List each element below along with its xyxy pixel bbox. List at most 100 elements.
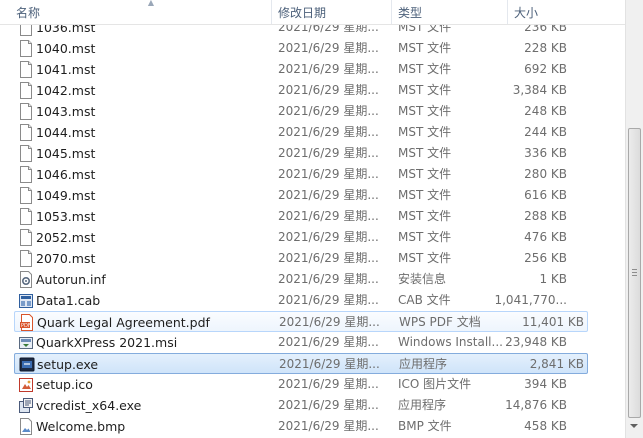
file-type: MST 文件 [398,209,452,223]
file-date: 2021/6/29 星期... [278,83,379,97]
file-size: 23,948 KB [505,335,567,349]
file-type: MST 文件 [398,83,452,97]
file-type: MST 文件 [398,125,452,139]
file-size: 476 KB [524,230,567,244]
grip-line [632,272,637,273]
column-header-type[interactable]: 类型 [392,0,508,24]
file-row[interactable]: Autorun.inf 2021/6/29 星期... 安装信息 1 KB [0,269,625,290]
file-date: 2021/6/29 星期... [278,335,379,349]
column-header-size[interactable]: 大小 [508,0,588,24]
mst-file-icon [18,208,34,225]
file-name: 1040.mst [36,41,96,56]
file-type: ICO 图片文件 [398,377,472,391]
file-size: 14,876 KB [505,398,567,412]
file-date: 2021/6/29 星期... [278,104,379,118]
column-header-name[interactable]: 名称 ▲ [10,0,272,24]
file-row[interactable]: vcredist_x64.exe 2021/6/29 星期... 应用程序 14,87… [0,395,625,416]
mst-file-icon [18,40,34,57]
file-date: 2021/6/29 星期... [278,209,379,223]
file-type: MST 文件 [398,230,452,244]
file-date: 2021/6/29 星期... [278,146,379,160]
file-type: Windows Install... [398,335,503,349]
file-type: MST 文件 [398,62,452,76]
file-size: 616 KB [524,188,567,202]
file-date: 2021/6/29 星期... [278,419,379,433]
file-row[interactable]: Welcome.bmp 2021/6/29 星期... BMP 文件 458 KB [0,416,625,437]
file-date: 2021/6/29 星期... [278,62,379,76]
msi-installer-icon [18,334,34,351]
file-type: BMP 文件 [398,419,452,433]
column-header-date[interactable]: 修改日期 [272,0,392,24]
file-name: Data1.cab [36,293,101,308]
file-name: Quark Legal Agreement.pdf [37,315,210,330]
file-date: 2021/6/29 星期... [278,272,379,286]
file-size: 280 KB [524,167,567,181]
grip-line [632,275,637,276]
column-header-name-label: 名称 [16,6,41,20]
file-date: 2021/6/29 星期... [278,167,379,181]
grip-line [632,269,637,270]
file-row[interactable]: 1042.mst 2021/6/29 星期... MST 文件 3,384 KB [0,80,625,101]
file-row[interactable]: QuarkXPress 2021.msi 2021/6/29 星期... Windo… [0,332,625,353]
file-date: 2021/6/29 星期... [278,251,379,265]
column-header-size-label: 大小 [514,6,539,20]
vertical-scrollbar[interactable] [625,0,643,438]
mst-file-icon [18,166,34,183]
mst-file-icon [18,250,34,267]
file-type: MST 文件 [398,251,452,265]
scrollbar-thumb[interactable] [628,128,641,418]
file-row[interactable]: 1049.mst 2021/6/29 星期... MST 文件 616 KB [0,185,625,206]
file-row[interactable]: PDF Quark Legal Agreement.pdf 2021/6/29 星期… [14,311,588,332]
file-type: MST 文件 [398,41,452,55]
file-list: 1036.mst 2021/6/29 星期... MST 文件 236 KB 1040.… [0,17,625,438]
file-name: 2052.mst [36,230,96,245]
file-date: 2021/6/29 星期... [278,293,379,307]
file-date: 2021/6/29 星期... [278,398,379,412]
file-date: 2021/6/29 星期... [278,41,379,55]
file-row[interactable]: setup.ico 2021/6/29 星期... ICO 图片文件 394 KB [0,374,625,395]
file-date: 2021/6/29 星期... [278,230,379,244]
file-type: MST 文件 [398,104,452,118]
file-name: setup.ico [36,377,93,392]
file-row[interactable]: Data1.cab 2021/6/29 星期... CAB 文件 1,041,770.… [0,290,625,311]
file-row[interactable]: 1041.mst 2021/6/29 星期... MST 文件 692 KB [0,59,625,80]
file-row[interactable]: 1053.mst 2021/6/29 星期... MST 文件 288 KB [0,206,625,227]
file-row[interactable]: 1044.mst 2021/6/29 星期... MST 文件 244 KB [0,122,625,143]
file-row[interactable]: 2070.mst 2021/6/29 星期... MST 文件 256 KB [0,248,625,269]
vcredist-installer-icon [18,397,34,414]
file-date: 2021/6/29 星期... [278,125,379,139]
file-size: 3,384 KB [512,83,567,97]
file-row[interactable]: setup.exe 2021/6/29 星期... 应用程序 2,841 KB [14,353,588,374]
file-name: 1053.mst [36,209,96,224]
file-size: 394 KB [524,377,567,391]
mst-file-icon [18,61,34,78]
file-type: 应用程序 [398,398,447,412]
file-type: CAB 文件 [398,293,451,307]
scroll-down-arrow-icon[interactable] [630,424,638,428]
file-row[interactable]: 1045.mst 2021/6/29 星期... MST 文件 336 KB [0,143,625,164]
column-header-date-label: 修改日期 [278,6,327,20]
file-row[interactable]: 2052.mst 2021/6/29 星期... MST 文件 476 KB [0,227,625,248]
file-name: 1046.mst [36,167,96,182]
file-size: 458 KB [524,419,567,433]
file-row[interactable]: 1043.mst 2021/6/29 星期... MST 文件 248 KB [0,101,625,122]
file-type: 应用程序 [399,357,448,371]
file-size: 11,401 KB [522,315,584,329]
pdf-file-icon: PDF [19,314,35,331]
file-size: 2,841 KB [529,357,584,371]
file-type: MST 文件 [398,146,452,160]
file-name: 1041.mst [36,62,96,77]
file-name: 1049.mst [36,188,96,203]
mst-file-icon [18,229,34,246]
file-size: 248 KB [524,104,567,118]
file-row[interactable]: 1040.mst 2021/6/29 星期... MST 文件 228 KB [0,38,625,59]
sort-ascending-icon: ▲ [147,0,155,7]
file-size: 244 KB [524,125,567,139]
svg-text:PDF: PDF [21,323,31,329]
file-row[interactable]: 1046.mst 2021/6/29 星期... MST 文件 280 KB [0,164,625,185]
file-type: 安装信息 [398,272,447,286]
file-type: MST 文件 [398,167,452,181]
file-size: 336 KB [524,146,567,160]
file-date: 2021/6/29 星期... [278,188,379,202]
ico-image-icon [18,376,34,393]
